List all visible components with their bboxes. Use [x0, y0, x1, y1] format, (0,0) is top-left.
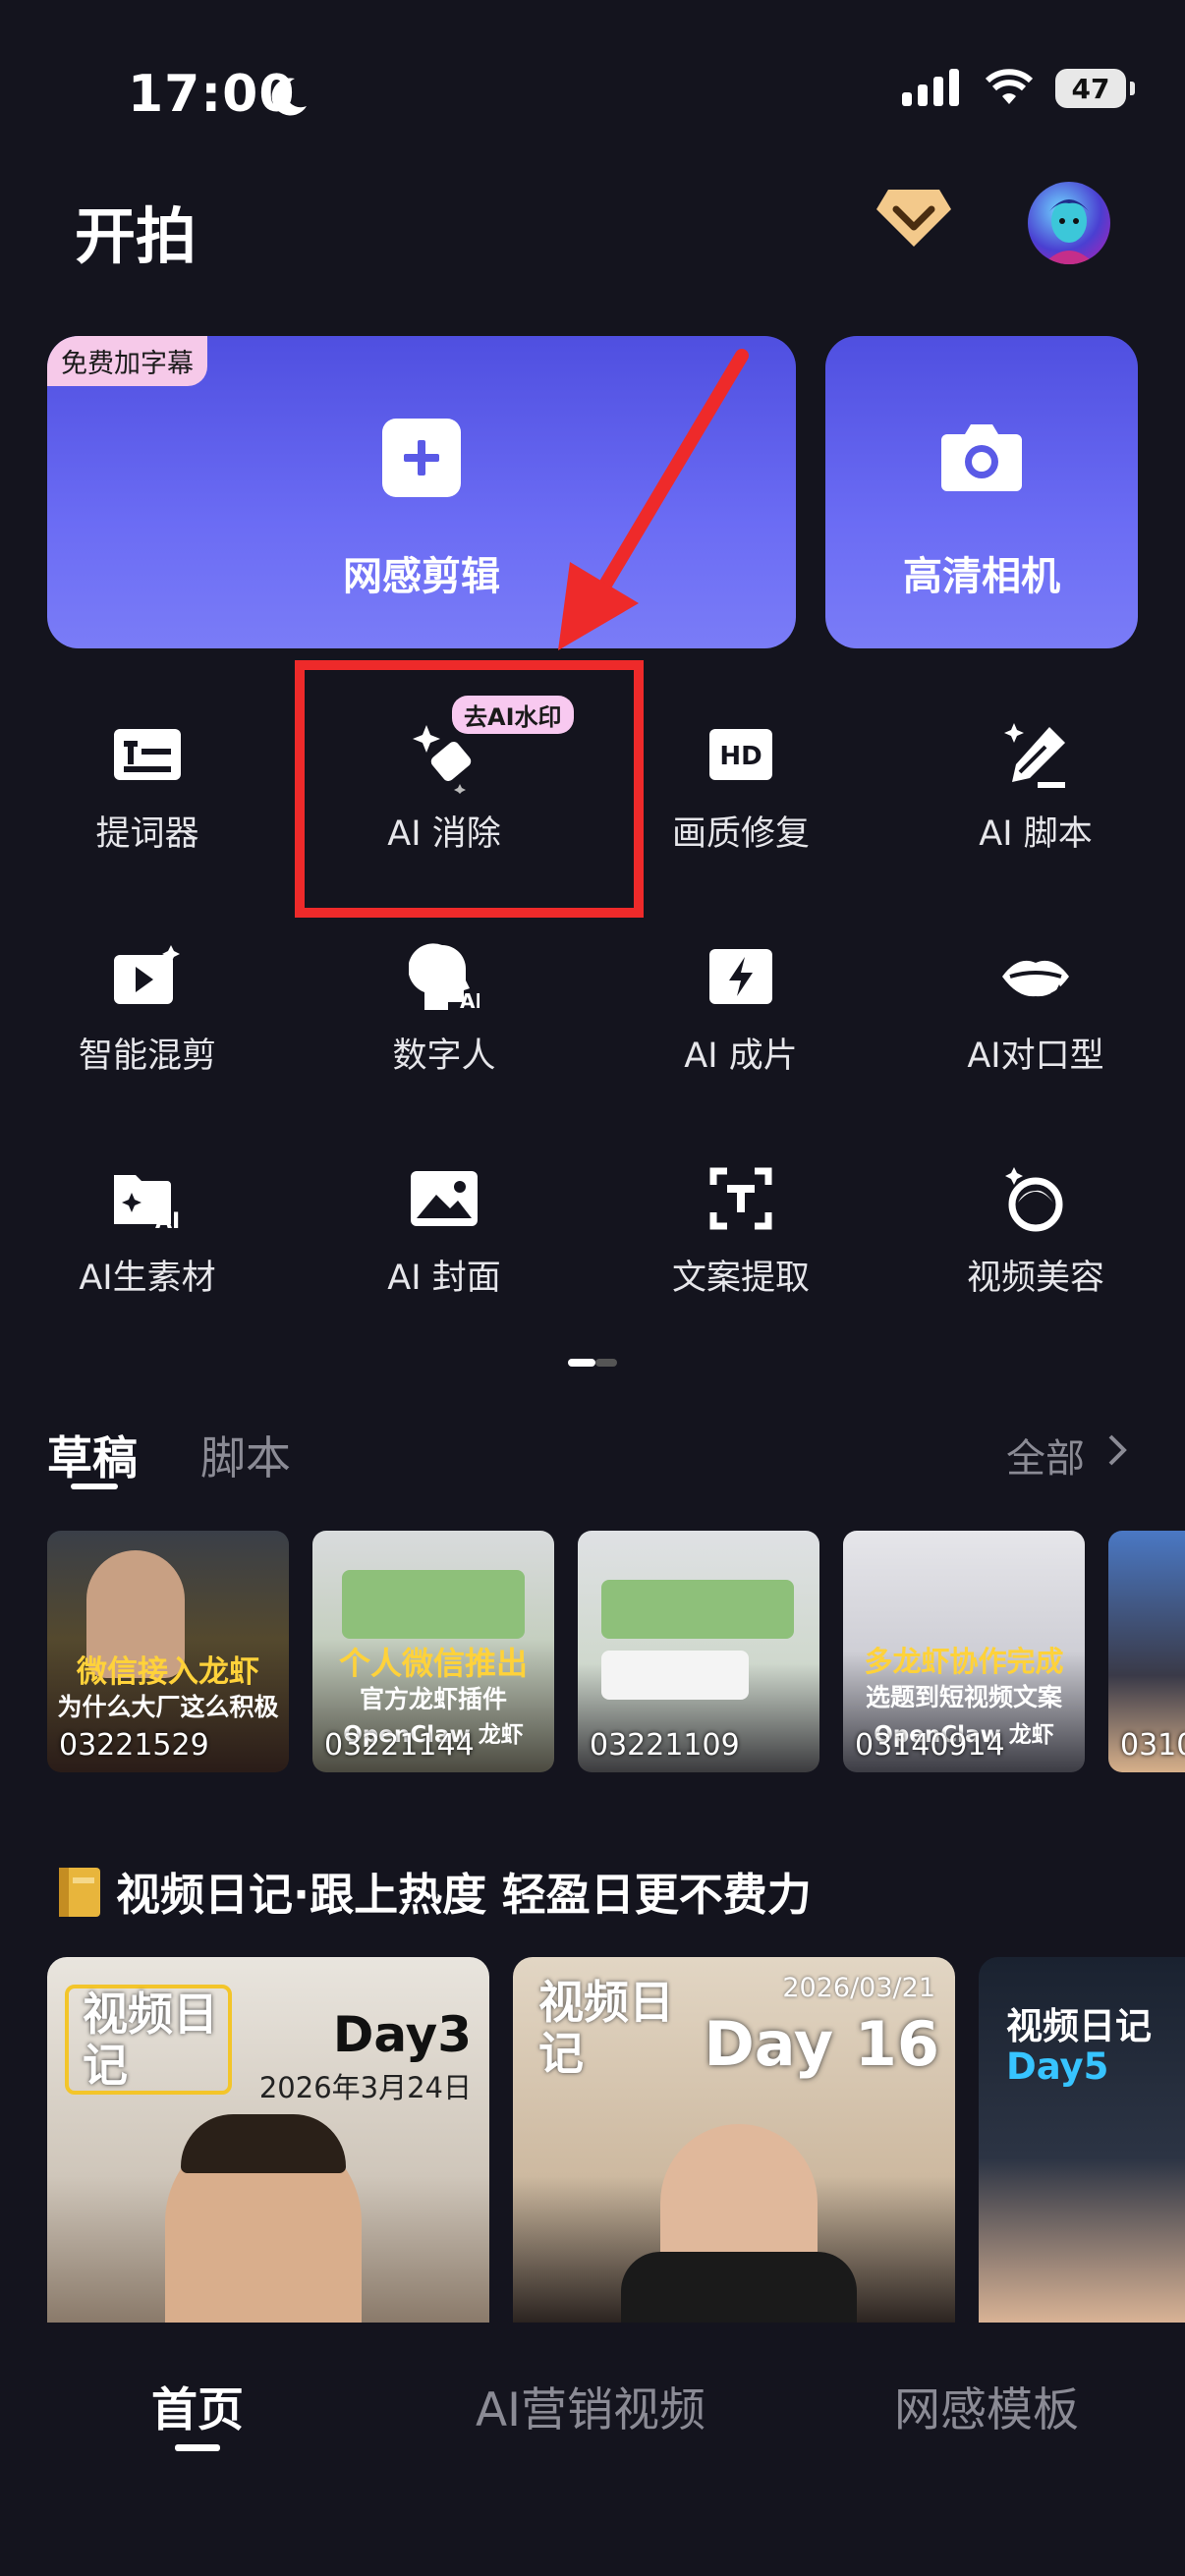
draft-thumbnail[interactable]: 微信接入龙虾 为什么大厂这么积极 03221529: [47, 1531, 289, 1772]
tool-ai-materials[interactable]: AI AI生素材: [0, 1159, 295, 1300]
add-project-icon: [382, 419, 461, 497]
digital-human-icon: AI: [405, 937, 483, 1016]
video-diary-title: 视频日记·跟上热度 轻盈日更不费力: [55, 1859, 812, 1923]
diary-tag: 视频日记: [1006, 2005, 1152, 2047]
nav-home[interactable]: 首页: [151, 2372, 244, 2439]
tool-label: 文案提取: [671, 1259, 810, 1298]
draft-subtitle: 官方龙虾插件: [359, 1685, 507, 1713]
bolt-icon: [702, 937, 780, 1016]
diary-date: 2026年3月24日: [258, 2071, 472, 2104]
nav-templates[interactable]: 网感模板: [894, 2372, 1079, 2439]
lips-icon: [996, 937, 1075, 1016]
signal-icon: [902, 69, 959, 106]
tool-label: AI对口型: [967, 1036, 1104, 1076]
svg-text:HD: HD: [719, 742, 762, 771]
draft-id: 03221529: [59, 1728, 209, 1763]
tool-label: 数字人: [392, 1036, 496, 1076]
tool-ai-cover[interactable]: AI 封面: [297, 1159, 592, 1300]
tool-ai-video[interactable]: AI 成片: [593, 937, 888, 1078]
page-title: 开拍: [75, 200, 198, 272]
presenter-hair: [181, 2114, 346, 2173]
moon-icon: [271, 78, 307, 116]
diary-day: Day3: [332, 2006, 472, 2063]
draft-id: 03140914: [855, 1728, 1005, 1763]
status-icons: 47: [900, 69, 1135, 108]
see-all-link[interactable]: 全部: [1006, 1427, 1085, 1484]
chat-bubble: [601, 1651, 749, 1700]
tool-video-beauty[interactable]: 视频美容: [888, 1159, 1183, 1300]
tool-ai-script[interactable]: AI 脚本: [888, 715, 1183, 856]
tool-text-extract[interactable]: 文案提取: [593, 1159, 888, 1300]
draft-title: 多龙虾协作完成: [864, 1645, 1064, 1678]
tool-teleprompter[interactable]: 提词器: [0, 715, 295, 856]
hd-camera-card[interactable]: 高清相机: [825, 336, 1138, 648]
diary-template-card[interactable]: 视频日记 Day3 2026年3月24日: [47, 1957, 489, 2323]
pen-sparkle-icon: [996, 715, 1075, 794]
diary-tag: 视频日记: [538, 1976, 674, 2080]
tool-smart-mix[interactable]: 智能混剪: [0, 937, 295, 1078]
nav-ai-marketing[interactable]: AI营销视频: [476, 2372, 705, 2439]
play-sparkle-icon: [108, 937, 187, 1016]
teleprompter-icon: [108, 715, 187, 794]
draft-id: 03221109: [590, 1728, 740, 1763]
diary-template-card[interactable]: 视频日记 2026/03/21 Day 16: [513, 1957, 955, 2323]
video-diary-title-text: 视频日记·跟上热度 轻盈日更不费力: [116, 1869, 812, 1921]
draft-thumbnail[interactable]: 03221109: [578, 1531, 819, 1772]
tool-label: 智能混剪: [78, 1036, 216, 1076]
draft-thumbnail[interactable]: 多龙虾协作完成 选题到短视频文案 OpenClaw 龙虾 03140914: [843, 1531, 1085, 1772]
avatar[interactable]: [1028, 182, 1110, 264]
svg-text:AI: AI: [460, 989, 480, 1012]
tab-active-indicator: [71, 1484, 118, 1489]
face-beauty-icon: [996, 1159, 1075, 1238]
draft-title: 微信接入龙虾: [77, 1654, 259, 1690]
draft-thumbnail[interactable]: 个人微信推出 官方龙虾插件 OpenClaw 龙虾 03221144: [312, 1531, 554, 1772]
diary-day: Day5: [1006, 2045, 1109, 2088]
vip-diamond-icon[interactable]: [875, 182, 953, 251]
draft-thumbnail[interactable]: 0310: [1108, 1531, 1185, 1772]
chat-bubble: [342, 1570, 525, 1639]
diary-tag: 视频日记: [83, 1988, 218, 2092]
presenter-outfit: [621, 2252, 857, 2323]
draft-subtitle: 为什么大厂这么积极: [57, 1693, 279, 1721]
remove-ai-watermark-badge: 去AI水印: [452, 696, 574, 734]
avatar-figure-icon: [1044, 199, 1095, 264]
draft-title: 个人微信推出: [338, 1645, 528, 1682]
tool-label: AI 封面: [387, 1259, 501, 1298]
diary-day: Day 16: [704, 2008, 939, 2080]
svg-text:AI: AI: [155, 1209, 180, 1230]
tool-ai-lipsync[interactable]: AI对口型: [888, 937, 1183, 1078]
draft-id: 0310: [1120, 1728, 1185, 1763]
folder-ai-icon: AI: [108, 1159, 187, 1238]
page-indicator: [568, 1359, 617, 1367]
chat-bubble: [601, 1580, 794, 1639]
tool-label: 视频美容: [966, 1259, 1104, 1298]
notebook-icon: [59, 1867, 100, 1917]
hd-camera-label: 高清相机: [903, 554, 1060, 599]
annotation-arrow: [558, 349, 749, 650]
image-icon: [405, 1159, 483, 1238]
wifi-icon: [985, 69, 1034, 104]
tool-digital-human[interactable]: AI 数字人: [297, 937, 592, 1078]
draft-id: 03221144: [324, 1728, 475, 1763]
tab-drafts[interactable]: 草稿: [47, 1423, 138, 1487]
tool-label: 提词器: [95, 814, 199, 854]
diary-date: 2026/03/21: [782, 1973, 935, 2003]
chevron-right-icon[interactable]: [1102, 1430, 1132, 1470]
diary-template-card[interactable]: 视频日记 Day5: [979, 1957, 1185, 2323]
free-subtitle-tag: 免费加字幕: [47, 336, 207, 386]
hd-icon: HD: [702, 715, 780, 794]
battery-indicator: 47: [1055, 69, 1135, 108]
tool-label: AI 成片: [684, 1036, 798, 1076]
tab-scripts[interactable]: 脚本: [200, 1423, 291, 1487]
draft-subtitle: 选题到短视频文案: [865, 1683, 1062, 1711]
nav-active-indicator: [175, 2444, 220, 2451]
camera-icon: [941, 424, 1022, 491]
tool-label: AI生素材: [79, 1259, 216, 1298]
text-extract-icon: [702, 1159, 780, 1238]
tool-label: AI 脚本: [979, 814, 1093, 854]
